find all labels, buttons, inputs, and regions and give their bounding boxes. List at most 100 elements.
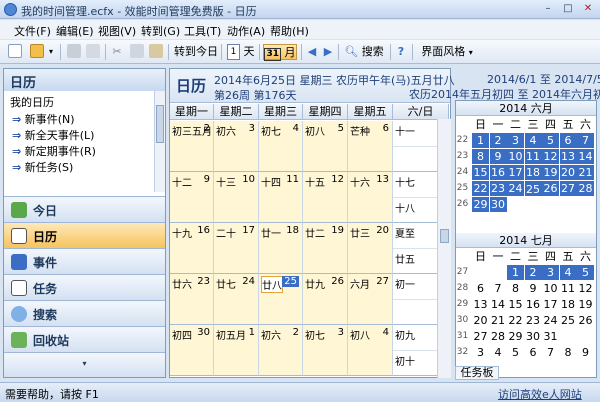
mini-calendar-day[interactable]: 1 [472,133,489,148]
copy-icon[interactable] [130,44,144,58]
mini-calendar-day[interactable]: 4 [559,265,577,280]
nav-events[interactable]: 事件 [4,248,165,274]
mini-calendar-day[interactable]: 8 [472,149,489,164]
open-folder-icon[interactable] [30,44,44,58]
mini-calendar-day[interactable]: 3 [542,265,559,280]
day-cell[interactable]: 廿六 23 [170,274,214,325]
day-cell[interactable]: 初三五月 2 [170,121,214,172]
mini-calendar-day[interactable]: 5 [507,345,524,360]
open-dropdown-icon[interactable]: ▾ [47,44,55,60]
day-cell[interactable]: 芒种 6 [348,121,393,172]
menu-help[interactable]: 帮助(H) [270,23,309,39]
tree-item-new-task[interactable]: ⇒ 新任务(S) [12,159,73,175]
mini-calendar-day[interactable]: 11 [560,281,577,296]
day-cell[interactable]: 十五 12 [303,172,348,223]
day-cell[interactable]: 初八 4 [348,325,393,376]
mini-calendar-day[interactable]: 16 [525,297,542,312]
mini-calendar-day[interactable]: 13 [472,297,489,312]
mini-calendar-day[interactable]: 21 [490,313,507,328]
mini-calendar-day[interactable]: 19 [542,165,559,180]
nav-calendar[interactable]: 日历 [4,222,165,248]
tree-item-new-event[interactable]: ⇒ 新事件(N) [12,111,75,127]
mini-calendar-day[interactable]: 5 [542,133,559,148]
mini-calendar-day[interactable]: 28 [490,329,507,344]
mini-calendar-day[interactable]: 5 [577,265,594,280]
cut-icon[interactable]: ✂ [110,44,124,60]
mini-calendar-day[interactable]: 6 [525,345,542,360]
mini-calendar-day[interactable]: 27 [472,329,489,344]
mini-calendar-day[interactable]: 25 [524,181,542,196]
ui-style-button[interactable]: 界面风格 ▾ [418,44,476,60]
day-cell[interactable]: 廿二 19 [303,223,348,274]
mini-calendar-day[interactable]: 10 [507,149,524,164]
nav-expand-button[interactable]: ▾ [4,352,165,377]
sidebar-scrollbar[interactable] [154,91,165,192]
next-arrow-icon[interactable]: ▶ [322,44,334,60]
day-cell[interactable]: 初七 4 [259,121,303,172]
day-cell[interactable]: 十九 16 [170,223,214,274]
menu-goto[interactable]: 转到(G) [141,23,180,39]
mini-calendar-day[interactable]: 22 [472,181,489,196]
nav-today[interactable]: 今日 [4,196,165,222]
calendar-scrollbar[interactable] [437,119,451,378]
mini-calendar-day[interactable]: 12 [577,281,594,296]
day-cell[interactable]: 初六 3 [214,121,259,172]
day-cell[interactable]: 廿一 18 [259,223,303,274]
maximize-button[interactable]: □ [560,2,576,16]
preview-icon[interactable] [86,44,100,58]
menu-file[interactable]: 文件(F) [14,23,51,39]
menu-tools[interactable]: 工具(T) [184,23,221,39]
mini-calendar-day[interactable]: 24 [542,313,559,328]
menu-edit[interactable]: 编辑(E) [56,23,94,39]
day-cell[interactable]: 初五月 1 [214,325,259,376]
help-icon[interactable]: ? [394,44,408,60]
mini-calendar-day[interactable]: 9 [525,281,542,296]
mini-calendar-day[interactable]: 31 [542,329,559,344]
mini-calendar-day[interactable]: 25 [560,313,577,328]
mini-calendar-day[interactable]: 17 [507,165,524,180]
mini-calendar-day[interactable]: 22 [507,313,524,328]
mini-calendar-day[interactable]: 26 [542,181,559,196]
mini-calendar-day[interactable]: 9 [577,345,594,360]
mini-calendar-day[interactable]: 2 [489,133,507,148]
mini-calendar-day[interactable]: 7 [577,133,594,148]
goto-today-button[interactable]: 转到今日 [173,44,219,60]
mini-calendar-day[interactable]: 11 [524,149,542,164]
scrollbar-thumb[interactable] [156,105,164,143]
search-button[interactable]: 🔍︎ 搜索 [342,44,386,60]
mini-calendar-day[interactable]: 2 [524,265,542,280]
day-cell[interactable]: 二十 17 [214,223,259,274]
day-cell[interactable]: 十二 9 [170,172,214,223]
tree-item-new-recurring[interactable]: ⇒ 新定期事件(R) [12,143,96,159]
day-cell[interactable]: 六月 27 [348,274,393,325]
mini-calendar-day[interactable]: 12 [542,149,559,164]
day-cell[interactable]: 初四 30 [170,325,214,376]
mini-calendar-day[interactable]: 17 [542,297,559,312]
nav-search[interactable]: 搜索 [4,300,165,326]
website-link[interactable]: 访问高效e人网站 [498,386,582,402]
prev-arrow-icon[interactable]: ◀ [306,44,318,60]
mini-calendar-day[interactable]: 9 [489,149,507,164]
tree-item-new-allday[interactable]: ⇒ 新全天事件(L) [12,127,94,143]
mini-calendar-day[interactable]: 20 [559,165,577,180]
mini-calendar-day[interactable]: 6 [559,133,577,148]
mini-calendar-day[interactable]: 20 [472,313,489,328]
mini-calendar-day[interactable]: 18 [524,165,542,180]
mini-calendar-day[interactable]: 29 [472,197,489,212]
mini-calendar-day[interactable]: 15 [507,297,524,312]
mini-calendar-day[interactable]: 10 [542,281,559,296]
menu-view[interactable]: 视图(V) [98,23,136,39]
mini-calendar-day[interactable]: 24 [507,181,524,196]
menu-action[interactable]: 动作(A) [227,23,265,39]
mini-calendar-day[interactable]: 19 [577,297,594,312]
mini-calendar-day[interactable]: 14 [490,297,507,312]
mini-calendar-day[interactable]: 14 [577,149,594,164]
mini-calendar-day[interactable]: 30 [489,197,507,212]
minimize-button[interactable]: – [540,2,556,16]
nav-recycle-bin[interactable]: 回收站 [4,326,165,352]
mini-calendar-day[interactable]: 21 [577,165,594,180]
day-cell[interactable]: 廿九 26 [303,274,348,325]
day-cell[interactable]: 十三 10 [214,172,259,223]
mini-calendar-day[interactable]: 1 [507,265,524,280]
day-cell[interactable]: 初六 2 [259,325,303,376]
